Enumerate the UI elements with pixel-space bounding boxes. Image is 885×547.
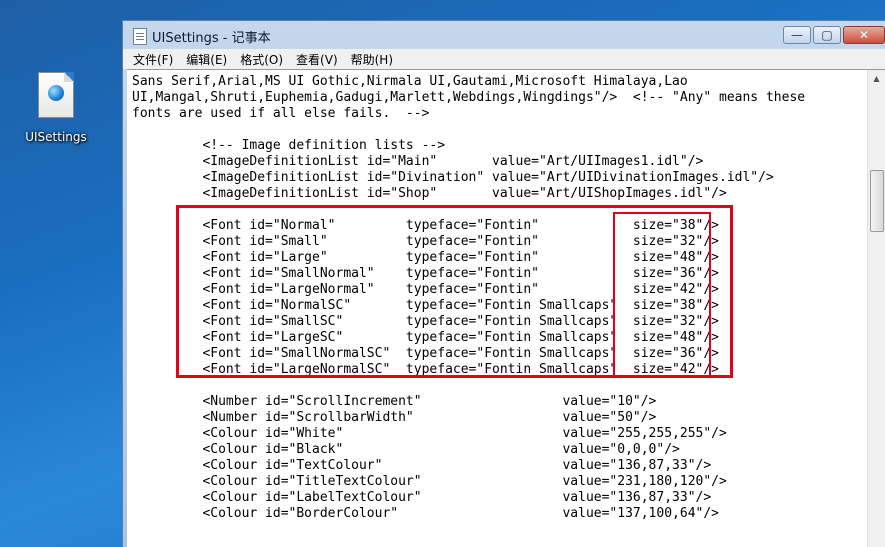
text-line: <Colour id="TitleTextColour" value="231,…	[132, 474, 727, 489]
size-column-highlight	[613, 212, 711, 378]
text-line: UI,Mangal,Shruti,Euphemia,Gadugi,Marlett…	[132, 90, 806, 105]
text-line: <Colour id="LabelTextColour" value="136,…	[132, 490, 712, 505]
text-line: <ImageDefinitionList id="Divination" val…	[132, 170, 774, 185]
title-bar[interactable]: UISettings - 记事本 — ▢ ✕	[123, 21, 885, 49]
scroll-up-arrow-icon[interactable]: ▲	[868, 70, 885, 87]
file-icon	[38, 72, 74, 118]
text-line: <Colour id="Black" value="0,0,0"/>	[132, 442, 680, 457]
close-button[interactable]: ✕	[843, 26, 885, 44]
text-line: fonts are used if all else fails. -->	[132, 106, 430, 121]
maximize-button[interactable]: ▢	[813, 26, 841, 44]
text-line: <Number id="ScrollbarWidth" value="50"/>	[132, 410, 657, 425]
minimize-button[interactable]: —	[783, 26, 811, 44]
text-line: Sans Serif,Arial,MS UI Gothic,Nirmala UI…	[132, 74, 688, 89]
menu-view[interactable]: 查看(V)	[296, 51, 338, 68]
text-line: <!-- Image definition lists -->	[132, 138, 446, 153]
text-line: <Colour id="White" value="255,255,255"/>	[132, 426, 727, 441]
desktop-icon-label: UISettings	[25, 130, 87, 144]
menu-edit[interactable]: 编辑(E)	[186, 51, 227, 68]
menu-bar: 文件(F) 编辑(E) 格式(O) 查看(V) 帮助(H)	[123, 49, 885, 70]
text-line: <ImageDefinitionList id="Main" value="Ar…	[132, 154, 704, 169]
menu-help[interactable]: 帮助(H)	[351, 51, 393, 68]
vertical-scrollbar[interactable]: ▲	[867, 70, 885, 547]
text-line: <ImageDefinitionList id="Shop" value="Ar…	[132, 186, 727, 201]
text-line: <Colour id="BorderColour" value="137,100…	[132, 506, 719, 521]
window-controls: — ▢ ✕	[783, 26, 885, 44]
window-title: UISettings - 记事本	[152, 31, 271, 46]
text-line: <Number id="ScrollIncrement" value="10"/…	[132, 394, 657, 409]
scroll-thumb[interactable]	[870, 170, 884, 232]
menu-format[interactable]: 格式(O)	[240, 51, 283, 68]
text-line: <Colour id="TextColour" value="136,87,33…	[132, 458, 712, 473]
notepad-icon	[133, 28, 147, 45]
globe-icon	[48, 85, 64, 101]
desktop-file-icon[interactable]: UISettings	[20, 72, 92, 144]
menu-file[interactable]: 文件(F)	[133, 51, 173, 68]
